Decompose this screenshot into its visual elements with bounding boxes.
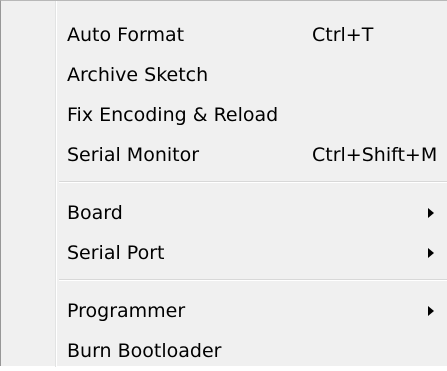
menu-separator — [59, 279, 447, 281]
menu-item-programmer[interactable]: Programmer — [1, 291, 447, 331]
menu-item-serial-port[interactable]: Serial Port — [1, 233, 447, 273]
submenu-arrow-icon — [428, 306, 434, 316]
menu-item-fix-encoding-reload[interactable]: Fix Encoding & Reload — [1, 95, 447, 135]
menu-item-label: Auto Format — [67, 24, 185, 46]
menu-item-shortcut: Ctrl+T — [312, 24, 374, 46]
submenu-arrow-icon — [428, 208, 434, 218]
menu-item-label: Burn Bootloader — [67, 340, 222, 362]
menu-item-auto-format[interactable]: Auto Format Ctrl+T — [1, 15, 447, 55]
menu-item-board[interactable]: Board — [1, 193, 447, 233]
menu-separator — [59, 181, 447, 183]
menu-item-label: Archive Sketch — [67, 64, 209, 86]
menu-item-archive-sketch[interactable]: Archive Sketch — [1, 55, 447, 95]
menu-item-burn-bootloader[interactable]: Burn Bootloader — [1, 331, 447, 371]
menu-item-label: Board — [67, 202, 123, 224]
menu-item-label: Serial Monitor — [67, 144, 200, 166]
menu-item-label: Fix Encoding & Reload — [67, 104, 279, 126]
menu-item-label: Serial Port — [67, 242, 165, 264]
submenu-arrow-icon — [428, 248, 434, 258]
menu-item-shortcut: Ctrl+Shift+M — [312, 144, 438, 166]
tools-menu: Auto Format Ctrl+T Archive Sketch Fix En… — [0, 0, 447, 367]
menu-item-label: Programmer — [67, 300, 186, 322]
menu-item-serial-monitor[interactable]: Serial Monitor Ctrl+Shift+M — [1, 135, 447, 175]
